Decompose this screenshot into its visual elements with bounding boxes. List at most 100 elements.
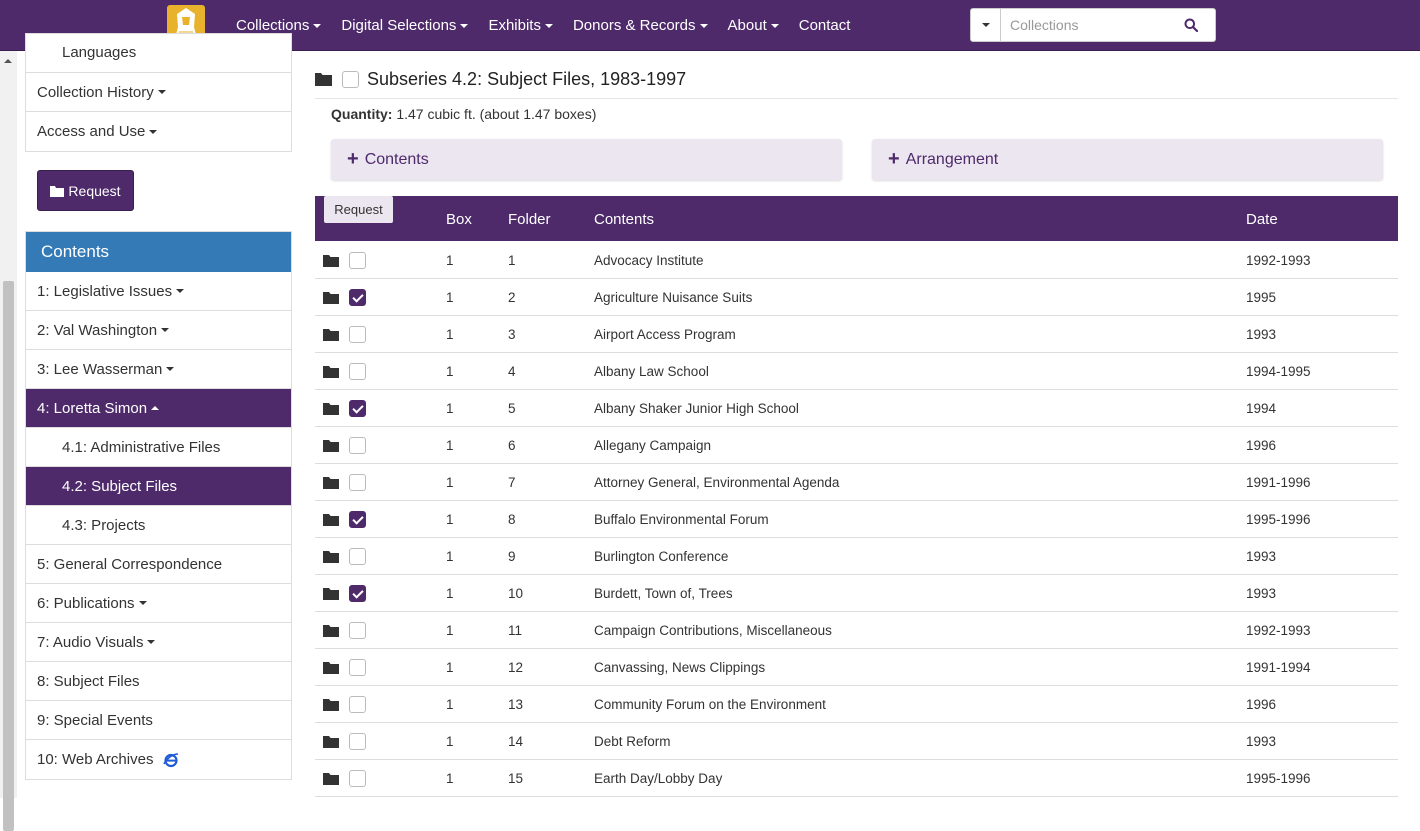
cell-contents: Airport Access Program: [594, 327, 736, 342]
row-select-checkbox[interactable]: [349, 363, 366, 380]
column-header-box[interactable]: Box: [446, 196, 472, 243]
search-scope-dropdown[interactable]: [971, 9, 1001, 41]
folder-icon: [50, 185, 65, 197]
sidebar-item-access-and-use[interactable]: Access and Use: [26, 112, 291, 151]
cell-folder: 9: [508, 549, 516, 564]
sidebar-item-5-general-correspondence[interactable]: 5: General Correspondence: [26, 545, 291, 584]
nav-digital-selections[interactable]: Digital Selections: [331, 0, 478, 51]
cell-box: 1: [446, 512, 454, 527]
row-select-checkbox[interactable]: [349, 437, 366, 454]
nav-label: Collections: [236, 17, 310, 34]
sidebar-item-collection-history[interactable]: Collection History: [26, 73, 291, 112]
sidebar-item-4-loretta-simon[interactable]: 4: Loretta Simon: [26, 389, 291, 428]
caret-down-icon: [161, 328, 170, 332]
quantity-label: Quantity:: [331, 106, 393, 122]
sidebar-item-label: 2: Val Washington: [37, 321, 158, 339]
row-select-checkbox[interactable]: [349, 770, 366, 787]
cell-box: 1: [446, 475, 454, 490]
table-row: 1 11 Campaign Contributions, Miscellaneous…: [315, 612, 1398, 649]
sidebar-item-4-2-subject-files[interactable]: 4.2: Subject Files: [26, 467, 291, 506]
scrollbar-thumb[interactable]: [3, 281, 14, 831]
row-select-checkbox[interactable]: [349, 585, 366, 602]
cell-contents: Agriculture Nuisance Suits: [594, 290, 753, 305]
sidebar-item-2-val-washington[interactable]: 2: Val Washington: [26, 311, 291, 350]
column-header-folder[interactable]: Folder: [508, 196, 551, 243]
cell-folder: 5: [508, 401, 516, 416]
search-input[interactable]: [1001, 9, 1167, 41]
request-selected-button[interactable]: Request: [324, 196, 393, 223]
sidebar-item-9-special-events[interactable]: 9: Special Events: [26, 701, 291, 740]
sidebar-item-3-lee-wasserman[interactable]: 3: Lee Wasserman: [26, 350, 291, 389]
chevron-down-icon: [981, 23, 990, 27]
cell-date: 1996: [1246, 438, 1277, 453]
row-select-checkbox[interactable]: [349, 733, 366, 750]
cell-contents: Albany Shaker Junior High School: [594, 401, 799, 416]
sidebar-item-label: 4.2: Subject Files: [62, 477, 178, 495]
cell-date: 1996: [1246, 697, 1277, 712]
caret-down-icon: [147, 640, 156, 644]
request-button-label: Request: [68, 182, 121, 199]
nav-label: Contact: [798, 17, 851, 34]
sidebar-item-label: 4: Loretta Simon: [37, 399, 148, 417]
row-select-checkbox[interactable]: [349, 659, 366, 676]
arrangement-panel-toggle[interactable]: + Arrangement: [872, 139, 1383, 180]
table-row: 1 5 Albany Shaker Junior High School 1994: [315, 390, 1398, 427]
folder-icon: [323, 587, 339, 603]
page-scrollbar[interactable]: [0, 51, 17, 831]
cell-contents: Allegany Campaign: [594, 438, 712, 453]
sidebar-item-languages[interactable]: Languages: [26, 34, 291, 73]
folder-icon: [323, 550, 339, 566]
row-select-checkbox[interactable]: [349, 511, 366, 528]
cell-contents: Albany Law School: [594, 364, 709, 379]
cell-box: 1: [446, 364, 454, 379]
cell-contents: Burdett, Town of, Trees: [594, 586, 733, 601]
row-select-checkbox[interactable]: [349, 400, 366, 417]
nav-exhibits[interactable]: Exhibits: [478, 0, 563, 51]
column-header-contents[interactable]: Contents: [594, 196, 654, 243]
sidebar-item-label: Languages: [62, 44, 137, 61]
select-subseries-checkbox[interactable]: [342, 70, 359, 88]
nav-contact[interactable]: Contact: [789, 0, 861, 51]
sidebar-item-7-audio-visuals[interactable]: 7: Audio Visuals: [26, 623, 291, 662]
row-select-checkbox[interactable]: [349, 252, 366, 269]
caret-down-icon: [544, 24, 553, 29]
request-button[interactable]: Request: [37, 170, 134, 211]
sidebar-item-label: 7: Audio Visuals: [37, 633, 144, 651]
nav-about[interactable]: About: [718, 0, 789, 51]
caret-down-icon: [770, 24, 779, 29]
caret-down-icon: [138, 601, 147, 605]
table-row: 1 6 Allegany Campaign 1996: [315, 427, 1398, 464]
search-button[interactable]: [1167, 9, 1215, 41]
caret-down-icon: [313, 24, 322, 29]
quantity-line: Quantity: 1.47 cubic ft. (about 1.47 box…: [331, 106, 596, 122]
contents-panel-toggle[interactable]: + Contents: [331, 139, 842, 180]
folder-icon: [323, 328, 339, 344]
sidebar-item-1-legislative-issues[interactable]: 1: Legislative Issues: [26, 272, 291, 311]
ie-browser-icon[interactable]: [163, 752, 179, 768]
scroll-up-arrow-icon[interactable]: [4, 59, 12, 63]
sidebar-item-label: Collection History: [37, 83, 154, 101]
sidebar-item-label: 5: General Correspondence: [37, 555, 223, 573]
sidebar-item-10-web-archives[interactable]: 10: Web Archives: [26, 740, 291, 779]
row-select-checkbox[interactable]: [349, 696, 366, 713]
sidebar-item-4-3-projects[interactable]: 4.3: Projects: [26, 506, 291, 545]
sidebar-item-label: 10: Web Archives: [37, 751, 154, 768]
cell-date: 1992-1993: [1246, 623, 1311, 638]
sidebar-item-6-publications[interactable]: 6: Publications: [26, 584, 291, 623]
cell-contents: Buffalo Environmental Forum: [594, 512, 769, 527]
sidebar-item-label: Access and Use: [37, 123, 146, 140]
row-select-checkbox[interactable]: [349, 326, 366, 343]
row-select-checkbox[interactable]: [349, 622, 366, 639]
row-select-checkbox[interactable]: [349, 548, 366, 565]
cell-box: 1: [446, 401, 454, 416]
cell-box: 1: [446, 697, 454, 712]
sidebar-item-4-1-administrative-files[interactable]: 4.1: Administrative Files: [26, 428, 291, 467]
folder-icon: [323, 402, 339, 418]
folder-icon: [323, 254, 339, 270]
sidebar-item-8-subject-files[interactable]: 8: Subject Files: [26, 662, 291, 701]
column-header-date[interactable]: Date: [1246, 196, 1278, 243]
nav-donors-records[interactable]: Donors & Records: [563, 0, 718, 51]
table-row: 1 7 Attorney General, Environmental Agenda…: [315, 464, 1398, 501]
row-select-checkbox[interactable]: [349, 474, 366, 491]
row-select-checkbox[interactable]: [349, 289, 366, 306]
